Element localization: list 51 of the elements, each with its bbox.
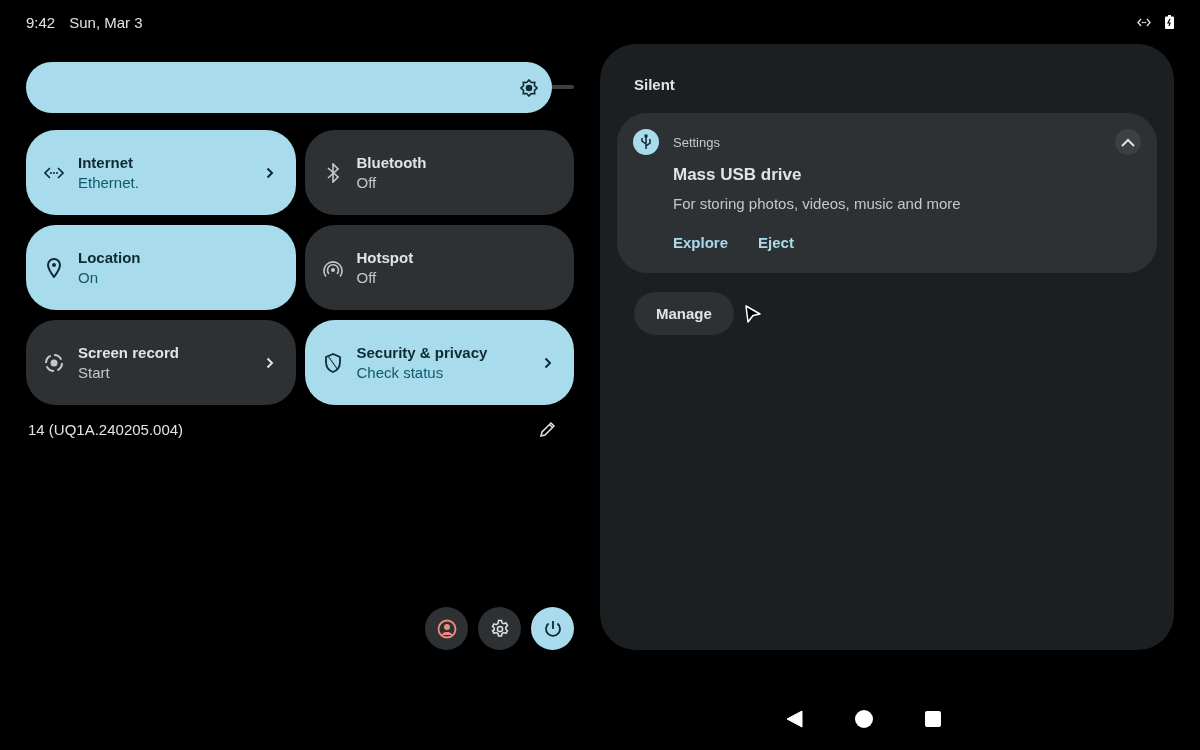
quick-settings-tile[interactable]: Hotspot Off — [304, 225, 574, 310]
quick-settings-tile[interactable]: Screen record Start — [26, 320, 296, 405]
notification-title: Mass USB drive — [673, 165, 803, 185]
quick-settings-tile[interactable]: Location On — [26, 225, 296, 310]
shield-icon — [324, 352, 341, 373]
tile-status: Off — [356, 269, 378, 286]
back-icon[interactable] — [786, 710, 803, 728]
battery-icon — [1165, 15, 1174, 29]
build-number: 14 (UQ1A.240205.004) — [28, 421, 184, 438]
section-title: Silent — [633, 76, 676, 93]
chevron-up-icon — [1121, 137, 1135, 147]
usb-icon — [640, 134, 652, 150]
tile-status: On — [78, 269, 99, 286]
date-text: Sun, Mar 3 — [69, 13, 143, 31]
manage-button[interactable]: Manage — [634, 292, 734, 335]
ethernet-icon — [1137, 17, 1151, 27]
notification-action[interactable]: Explore — [673, 234, 729, 251]
settings-icon — [489, 618, 510, 639]
tile-status: Ethernet. — [78, 174, 140, 191]
collapse-button[interactable] — [1115, 129, 1141, 155]
bluetooth-icon — [326, 162, 339, 183]
pointer-cursor-icon — [743, 303, 762, 324]
user-icon — [436, 618, 457, 639]
tile-label: Hotspot — [356, 249, 415, 266]
notification-app-name: Settings — [673, 134, 721, 150]
home-icon[interactable] — [855, 710, 873, 728]
quick-settings-tile[interactable]: Bluetooth Off — [304, 130, 574, 215]
tile-status: Start — [78, 364, 111, 381]
tile-label: Security & privacy — [356, 344, 489, 361]
notification-card[interactable]: Settings Mass USB drive For storing photos, videos, music and more Explore Eject — [617, 113, 1157, 273]
clock-time: 9:42 — [26, 13, 56, 31]
tile-label: Screen record — [78, 344, 180, 361]
hotspot-icon — [322, 258, 343, 277]
power-button[interactable] — [531, 607, 574, 650]
quick-settings-tile[interactable]: Security & privacy Check status — [304, 320, 574, 405]
tile-label: Bluetooth — [356, 154, 428, 171]
location-pin-icon — [47, 257, 61, 278]
tile-status: Off — [356, 174, 378, 191]
notification-action[interactable]: Eject — [758, 234, 794, 251]
screen-record-icon — [44, 352, 64, 373]
quick-settings-tile[interactable]: Internet Ethernet. — [26, 130, 296, 215]
tile-label: Location — [78, 249, 142, 266]
settings-button[interactable] — [478, 607, 521, 650]
notification-text: For storing photos, videos, music and more — [673, 195, 962, 212]
tile-label: Internet — [78, 154, 134, 171]
tile-status: Check status — [356, 364, 445, 381]
user-button[interactable] — [425, 607, 468, 650]
brightness-icon — [520, 78, 539, 97]
power-icon — [542, 618, 563, 639]
pencil-icon[interactable] — [539, 421, 556, 438]
ethernet-icon — [44, 166, 64, 179]
